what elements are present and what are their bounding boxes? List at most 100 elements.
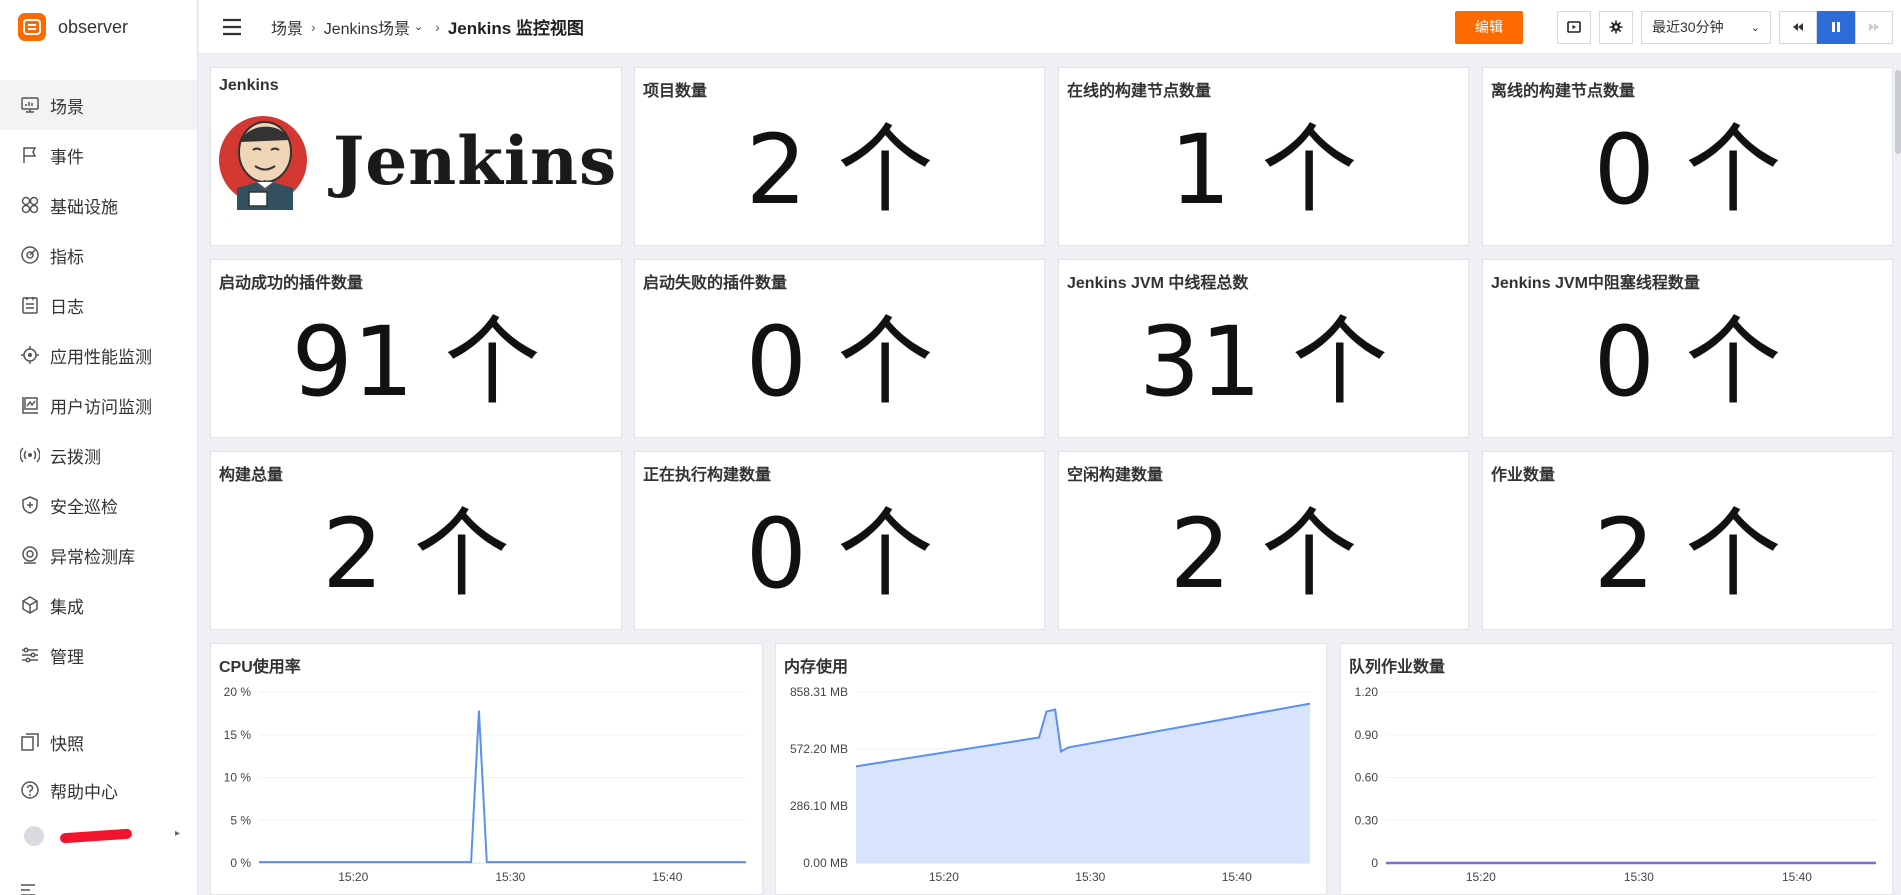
card-title: 离线的构建节点数量 (1491, 83, 1636, 100)
user-name-redacted (59, 828, 133, 844)
jenkins-logo: Jenkins (215, 110, 619, 210)
x-tick-label: 15:20 (1466, 870, 1496, 884)
card-title: Jenkins (219, 77, 279, 94)
sidebar-item-apm[interactable]: 应用性能监测 (0, 330, 197, 380)
page-scrollbar[interactable] (1895, 70, 1901, 154)
y-tick-label: 0.00 MB (803, 856, 848, 870)
sidebar-item-label: 快照 (50, 734, 84, 754)
user-menu[interactable]: ▸ (0, 814, 198, 858)
sidebar-item-snapshot[interactable]: 快照 (0, 718, 198, 766)
sidebar-item-label: 基础设施 (50, 197, 118, 217)
sidebar-item-label: 指标 (50, 247, 84, 267)
y-tick-label: 0 % (230, 856, 251, 870)
stat-value: 0 个 (745, 498, 934, 610)
sidebar-item-rum[interactable]: 用户访问监测 (0, 380, 197, 430)
y-tick-label: 0.60 (1355, 771, 1379, 785)
breadcrumb-jenkins-scene[interactable]: Jenkins场景 (324, 15, 410, 39)
settings-button[interactable] (1599, 10, 1633, 44)
pause-button[interactable] (1817, 10, 1855, 44)
breadcrumb-scenes[interactable]: 场景 (271, 15, 303, 39)
stat-card: 项目数量 2 个 (634, 67, 1045, 246)
chevron-right-icon: › (311, 18, 316, 35)
y-tick-label: 5 % (230, 813, 251, 827)
sidebar-item-dial-testing[interactable]: 云拨测 (0, 430, 197, 480)
clipboard-icon (20, 295, 40, 315)
x-tick-label: 15:30 (495, 870, 525, 884)
shield-icon (20, 495, 40, 515)
y-tick-label: 1.20 (1355, 685, 1379, 699)
brand[interactable]: observer (0, 0, 197, 54)
stat-value: 2 个 (1593, 498, 1782, 610)
playback-controls (1779, 10, 1893, 44)
top-bar: 场景 › Jenkins场景 ⌄ › Jenkins 监控视图 编辑 最近30分… (199, 0, 1901, 54)
sidebar-item-help[interactable]: 帮助中心 (0, 766, 198, 814)
x-tick-label: 15:20 (338, 870, 368, 884)
y-tick-label: 572.20 MB (790, 742, 848, 756)
chevron-down-icon: ⌄ (1750, 21, 1760, 34)
sliders-icon (20, 645, 40, 665)
y-tick-label: 0.90 (1355, 728, 1379, 742)
sidebar-item-security[interactable]: 安全巡检 (0, 480, 197, 530)
y-tick-label: 858.31 MB (790, 685, 848, 699)
cpu-chart[interactable]: 0 % 5 % 10 % 15 % 20 % 15:20 15:30 15:40 (211, 644, 764, 895)
stat-value: 31 个 (1139, 306, 1388, 418)
queue-chart[interactable]: 0 0.30 0.60 0.90 1.20 15:20 15:30 15:40 (1341, 644, 1894, 895)
card-title: 启动失败的插件数量 (643, 275, 788, 292)
sidebar: observer 场景 事件 基础设施 指标 日志 应用性能监测 用户访问监测 … (0, 0, 198, 895)
sidebar-item-label: 安全巡检 (50, 497, 118, 517)
sidebar-item-label: 异常检测库 (50, 547, 135, 567)
sidebar-item-management[interactable]: 管理 (0, 630, 197, 680)
avatar (24, 826, 44, 846)
collapse-sidebar-icon[interactable] (20, 884, 36, 895)
card-title: 在线的构建节点数量 (1067, 83, 1212, 100)
chart-card-cpu: CPU使用率 0 % 5 % 10 % 15 % 20 % 15:20 15:30 15:40 (210, 643, 763, 895)
radar-icon (20, 545, 40, 565)
sidebar-item-metrics[interactable]: 指标 (0, 230, 197, 280)
stat-value: 0 个 (1593, 114, 1782, 226)
x-tick-label: 15:30 (1075, 870, 1105, 884)
stat-value: 1 个 (1169, 114, 1358, 226)
sidebar-item-infrastructure[interactable]: 基础设施 (0, 180, 197, 230)
y-tick-label: 0.30 (1355, 813, 1379, 827)
y-tick-label: 15 % (224, 728, 252, 742)
memory-chart[interactable]: 0.00 MB 286.10 MB 572.20 MB 858.31 MB 15:20 1… (776, 644, 1328, 895)
fullscreen-button[interactable] (1557, 10, 1591, 44)
pause-icon (1832, 22, 1840, 32)
chart-card-queue: 队列作业数量 0 0.30 0.60 0.90 1.20 15:20 15:30 15:40 (1340, 643, 1893, 895)
chart-card-memory: 内存使用 0.00 MB 286.10 MB 572.20 MB 858.31 MB 1… (775, 643, 1327, 895)
broadcast-icon (20, 445, 40, 465)
y-tick-label: 10 % (224, 771, 252, 785)
sidebar-bottom: 快照 帮助中心 ▸ (0, 718, 198, 858)
cube-icon (20, 595, 40, 615)
hamburger-menu-icon[interactable] (221, 18, 243, 36)
card-title: 项目数量 (643, 83, 708, 100)
jenkins-butler-icon (219, 116, 307, 210)
stat-card: Jenkins JVM 中线程总数 31 个 (1058, 259, 1469, 438)
stat-card: 在线的构建节点数量 1 个 (1058, 67, 1469, 246)
time-range-select[interactable]: 最近30分钟 ⌄ (1641, 10, 1771, 44)
sidebar-item-logs[interactable]: 日志 (0, 280, 197, 330)
stat-value: 0 个 (745, 306, 934, 418)
chevron-down-icon[interactable]: ⌄ (414, 20, 423, 33)
screen-play-icon (1567, 21, 1581, 33)
x-tick-label: 15:20 (929, 870, 959, 884)
flag-icon (20, 145, 40, 165)
chevron-right-icon: › (435, 18, 440, 35)
y-tick-label: 286.10 MB (790, 799, 848, 813)
sidebar-item-label: 日志 (50, 297, 84, 317)
sidebar-item-label: 集成 (50, 597, 84, 617)
edit-button[interactable]: 编辑 (1455, 10, 1523, 44)
aperture-icon (20, 345, 40, 365)
rewind-button[interactable] (1779, 10, 1817, 44)
sidebar-item-events[interactable]: 事件 (0, 130, 197, 180)
stat-card: 离线的构建节点数量 0 个 (1482, 67, 1893, 246)
sidebar-nav: 场景 事件 基础设施 指标 日志 应用性能监测 用户访问监测 云拨测 安全巡检 … (0, 80, 197, 680)
target-icon (20, 245, 40, 265)
sidebar-item-integration[interactable]: 集成 (0, 580, 197, 630)
sidebar-item-scenes[interactable]: 场景 (0, 80, 197, 130)
sidebar-item-label: 事件 (50, 147, 84, 167)
fast-forward-button[interactable] (1855, 10, 1893, 44)
sidebar-item-anomaly[interactable]: 异常检测库 (0, 530, 197, 580)
page-title: Jenkins 监控视图 (447, 19, 584, 38)
x-tick-label: 15:40 (652, 870, 682, 884)
